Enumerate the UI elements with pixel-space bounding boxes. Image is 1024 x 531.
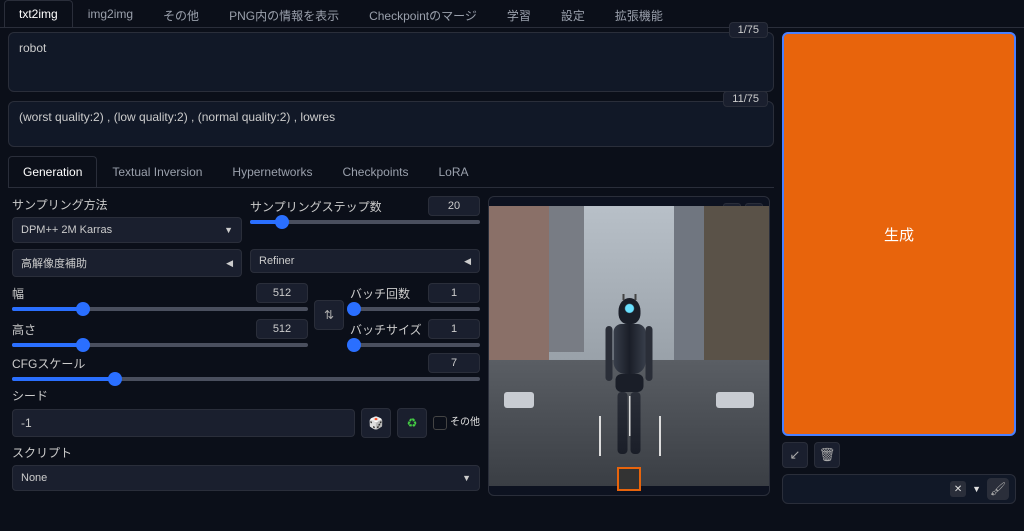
seed-extra-label: その他 (450, 418, 480, 428)
triangle-left-icon: ◀ (464, 256, 471, 267)
tab-checkpointのマージ[interactable]: Checkpointのマージ (354, 0, 492, 27)
clear-button[interactable]: 🗑 (814, 442, 840, 468)
sampling-steps-label: サンプリングステップ数 (250, 198, 382, 215)
swap-dimensions-button[interactable]: ⇅ (314, 300, 344, 330)
sampling-steps-value[interactable]: 20 (428, 196, 480, 216)
refiner-label: Refiner (259, 255, 294, 267)
cfg-value[interactable]: 7 (428, 353, 480, 373)
hires-label: 高解像度補助 (21, 255, 87, 271)
width-label: 幅 (12, 285, 24, 302)
tab-その他[interactable]: その他 (148, 0, 214, 27)
script-select[interactable]: None ▼ (12, 465, 480, 491)
sampling-method-select[interactable]: DPM++ 2M Karras ▼ (12, 217, 242, 243)
batch-size-label: バッチサイズ (350, 321, 422, 338)
script-value: None (21, 472, 47, 484)
batch-count-value[interactable]: 1 (428, 283, 480, 303)
batch-size-value[interactable]: 1 (428, 319, 480, 339)
batch-size-slider[interactable] (350, 343, 480, 347)
seed-label: シード (12, 387, 480, 404)
generated-image[interactable] (489, 206, 769, 486)
width-value[interactable]: 512 (256, 283, 308, 303)
subtab-textual-inversion[interactable]: Textual Inversion (97, 156, 217, 187)
batch-count-label: バッチ回数 (350, 285, 410, 302)
subtab-lora[interactable]: LoRA (424, 156, 484, 187)
seed-extra-checkbox[interactable] (433, 416, 447, 430)
tab-png内の情報を表示[interactable]: PNG内の情報を表示 (214, 0, 354, 27)
prompt-counter: 1/75 (729, 22, 768, 38)
seed-random-button[interactable]: 🎲 (361, 408, 391, 438)
chevron-down-icon: ▼ (972, 484, 981, 494)
neg-prompt-counter: 11/75 (723, 91, 768, 107)
subtab-checkpoints[interactable]: Checkpoints (327, 156, 423, 187)
height-value[interactable]: 512 (256, 319, 308, 339)
seed-reuse-button[interactable]: ♻ (397, 408, 427, 438)
edit-styles-button[interactable]: 🖌 (987, 478, 1009, 500)
tab-拡張機能[interactable]: 拡張機能 (600, 0, 678, 27)
sampling-method-label: サンプリング方法 (12, 196, 242, 213)
width-slider[interactable] (12, 307, 308, 311)
tab-設定[interactable]: 設定 (546, 0, 600, 27)
gallery-thumbnail[interactable] (617, 467, 641, 491)
preview-panel: ⤓ ✕ (488, 196, 770, 496)
styles-select[interactable]: ✕ ▼ 🖌 (782, 474, 1016, 504)
chevron-down-icon: ▼ (462, 473, 471, 483)
triangle-left-icon: ◀ (226, 258, 233, 269)
cfg-label: CFGスケール (12, 355, 85, 372)
interrogate-button[interactable]: ↙ (782, 442, 808, 468)
height-label: 高さ (12, 321, 36, 338)
chevron-down-icon: ▼ (224, 225, 233, 235)
negative-prompt-input[interactable]: (worst quality:2) , (low quality:2) , (n… (8, 101, 774, 147)
sub-tabs: GenerationTextual InversionHypernetworks… (8, 156, 774, 188)
tab-img2img[interactable]: img2img (73, 0, 148, 27)
tab-txt2img[interactable]: txt2img (4, 0, 73, 27)
subtab-generation[interactable]: Generation (8, 156, 97, 187)
tab-学習[interactable]: 学習 (492, 0, 546, 27)
x-icon: ✕ (950, 481, 966, 497)
height-slider[interactable] (12, 343, 308, 347)
top-tabs: txt2imgimg2imgその他PNG内の情報を表示Checkpointのマー… (0, 0, 1024, 28)
seed-input[interactable] (12, 409, 355, 437)
prompt-input[interactable]: robot (8, 32, 774, 92)
batch-count-slider[interactable] (350, 307, 480, 311)
generate-button[interactable]: 生成 (782, 32, 1016, 436)
sampling-method-value: DPM++ 2M Karras (21, 224, 112, 236)
hires-fix-toggle[interactable]: 高解像度補助 ◀ (12, 249, 242, 277)
cfg-slider[interactable] (12, 377, 480, 381)
refiner-toggle[interactable]: Refiner ◀ (250, 249, 480, 273)
script-label: スクリプト (12, 444, 480, 461)
subtab-hypernetworks[interactable]: Hypernetworks (217, 156, 327, 187)
sampling-steps-slider[interactable] (250, 220, 480, 224)
